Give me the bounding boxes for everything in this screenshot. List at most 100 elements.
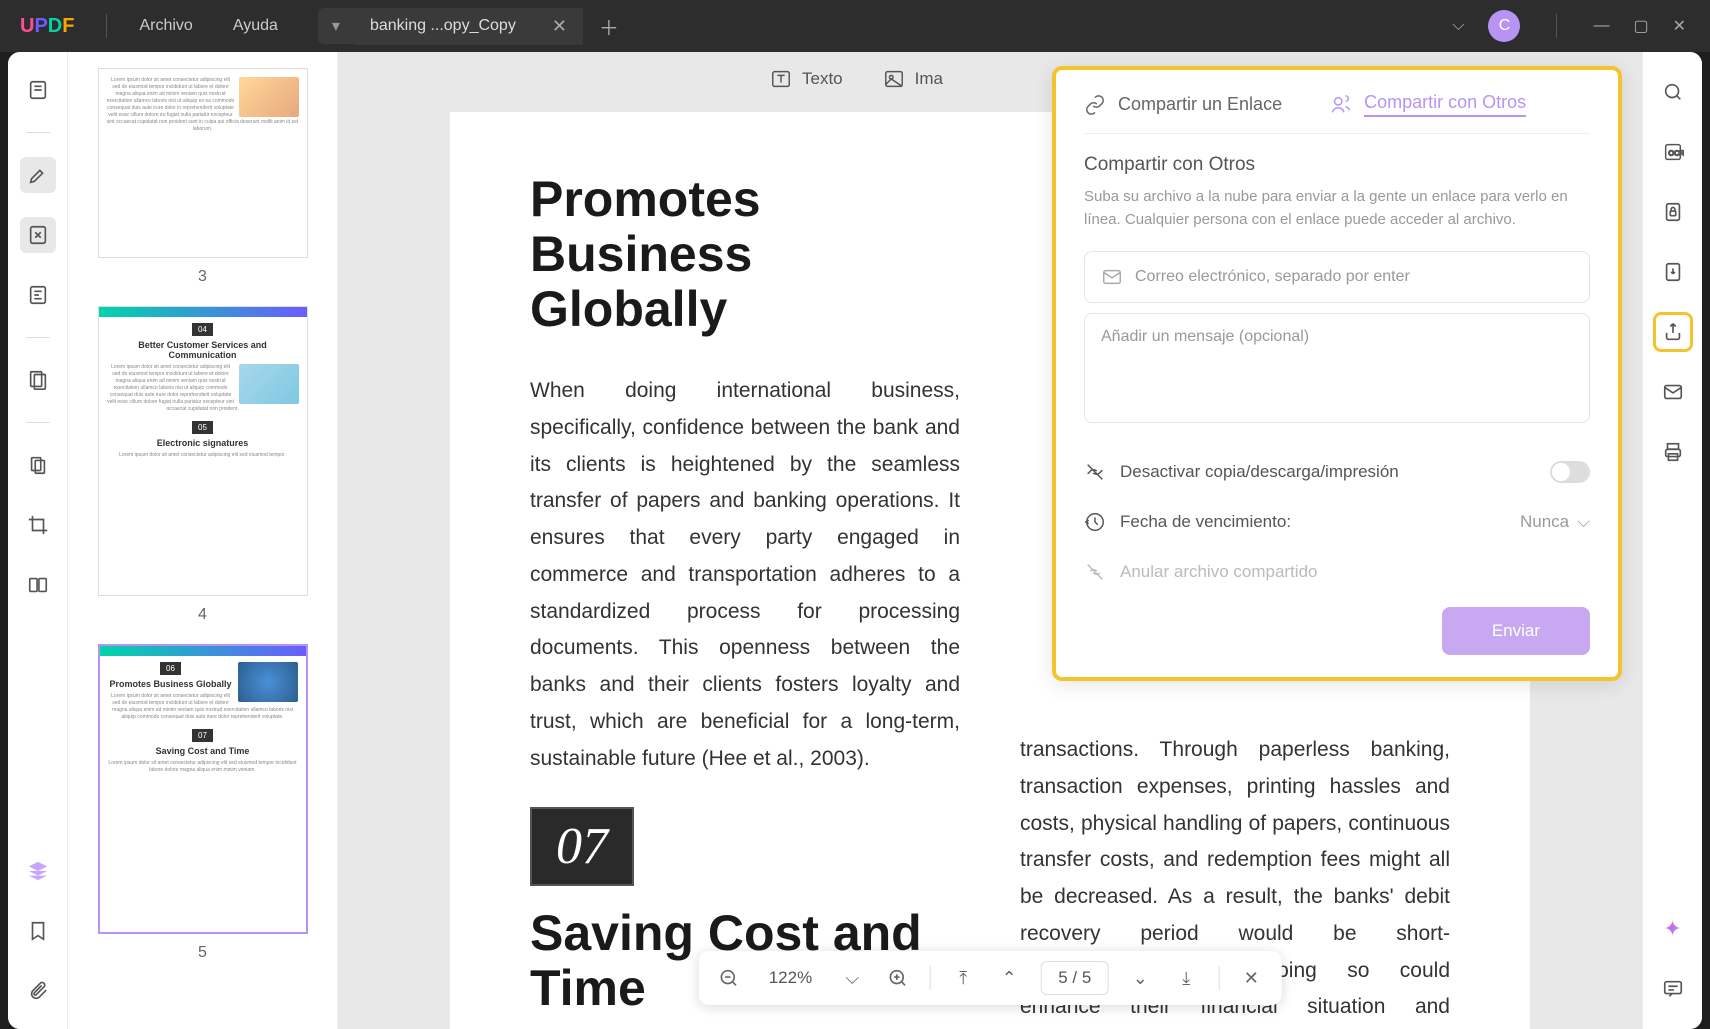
document-viewport: Texto Ima Promotes Business Globally Whe…: [338, 52, 1642, 1029]
history-icon: [1084, 511, 1106, 533]
minimize-button[interactable]: —: [1593, 17, 1609, 35]
tab-title: banking ...opy_Copy: [370, 17, 516, 35]
zoom-dropdown-icon[interactable]: ⌵: [838, 964, 866, 992]
email-icon[interactable]: [1653, 372, 1693, 412]
people-icon: [1330, 94, 1352, 116]
disable-copy-label: Desactivar copia/descarga/impresión: [1120, 462, 1399, 482]
disable-copy-toggle[interactable]: [1550, 461, 1590, 483]
document-tab[interactable]: banking ...opy_Copy ✕: [354, 8, 583, 45]
bookmark-icon[interactable]: [20, 913, 56, 949]
text-tool[interactable]: Texto: [770, 68, 843, 90]
separator: [1556, 14, 1557, 38]
top-edit-tools: Texto Ima: [770, 68, 943, 90]
share-tab-link-label: Compartir un Enlace: [1118, 94, 1282, 115]
doc-heading-1: Promotes Business Globally: [530, 172, 960, 337]
first-page-button[interactable]: ⤒: [949, 964, 977, 992]
zoom-in-button[interactable]: [884, 964, 912, 992]
tab-close-icon[interactable]: ✕: [552, 16, 567, 37]
share-tab-others[interactable]: Compartir con Otros: [1330, 92, 1526, 117]
edit-tool-icon[interactable]: [20, 217, 56, 253]
thumbnail-image: [238, 662, 298, 702]
close-button[interactable]: ✕: [1673, 16, 1686, 36]
thumbnail-text: Lorem ipsum dolor sit amet consectetur a…: [107, 452, 299, 459]
thumbnail-page-current: 06 Promotes Business Globally Lorem ipsu…: [98, 644, 308, 934]
share-tab-link[interactable]: Compartir un Enlace: [1084, 92, 1282, 117]
chevron-down-icon[interactable]: ⌵: [1452, 17, 1464, 35]
left-toolbar: [8, 52, 68, 1029]
thumbnail-badge: 07: [192, 729, 213, 742]
titlebar-right: ⌵ C — ▢ ✕: [1452, 10, 1710, 42]
image-tool[interactable]: Ima: [883, 68, 943, 90]
menu-file[interactable]: Archivo: [119, 17, 212, 35]
print-icon[interactable]: [1653, 432, 1693, 472]
thumbnail-header: [100, 646, 306, 656]
thumbnail-number: 3: [84, 268, 321, 286]
new-tab-button[interactable]: ＋: [583, 4, 635, 49]
share-tab-others-label: Compartir con Otros: [1364, 92, 1526, 117]
expiry-dropdown[interactable]: Nunca ⌵: [1520, 512, 1590, 532]
separator: [26, 422, 50, 423]
app-logo: UPDF: [0, 15, 94, 38]
highlight-tool-icon[interactable]: [20, 157, 56, 193]
search-icon[interactable]: [1653, 72, 1693, 112]
no-copy-icon: [1084, 461, 1106, 483]
zoom-bar: 122% ⌵ ⤒ ⌃ 5 / 5 ⌄ ⤓ ✕: [699, 951, 1282, 1005]
crop-tool-icon[interactable]: [20, 507, 56, 543]
thumbnail-4[interactable]: 04 Better Customer Services and Communic…: [84, 306, 321, 624]
text-tool-label: Texto: [802, 69, 843, 89]
menu-help[interactable]: Ayuda: [213, 17, 298, 35]
zoom-value: 122%: [761, 968, 820, 988]
right-toolbar: OCR ✦: [1642, 52, 1702, 1029]
zoom-out-button[interactable]: [715, 964, 743, 992]
mail-icon: [1101, 266, 1123, 288]
export-icon[interactable]: [1653, 252, 1693, 292]
revoke-row: Anular archivo compartido: [1084, 547, 1590, 597]
maximize-button[interactable]: ▢: [1633, 16, 1648, 36]
close-zoom-bar-button[interactable]: ✕: [1237, 964, 1265, 992]
user-avatar[interactable]: C: [1488, 10, 1520, 42]
protect-icon[interactable]: [1653, 192, 1693, 232]
layers-icon[interactable]: [20, 853, 56, 889]
pages-tool-icon[interactable]: [20, 447, 56, 483]
thumbnail-badge: 05: [192, 421, 213, 434]
form-tool-icon[interactable]: [20, 277, 56, 313]
email-input[interactable]: Correo electrónico, separado por enter: [1084, 251, 1590, 303]
main-area: Lorem ipsum dolor sit amet consectetur a…: [8, 52, 1702, 1029]
organize-tool-icon[interactable]: [20, 362, 56, 398]
email-placeholder: Correo electrónico, separado por enter: [1135, 268, 1410, 286]
next-page-button[interactable]: ⌄: [1126, 964, 1154, 992]
reader-tool-icon[interactable]: [20, 72, 56, 108]
svg-text:OCR: OCR: [1668, 149, 1684, 158]
thumbnail-number: 4: [84, 606, 321, 624]
separator: [26, 132, 50, 133]
tab-dropdown-icon[interactable]: ▾: [318, 8, 354, 44]
last-page-button[interactable]: ⤓: [1172, 964, 1200, 992]
compare-tool-icon[interactable]: [20, 567, 56, 603]
thumbnail-image: [239, 364, 299, 404]
share-section-title: Compartir con Otros: [1084, 154, 1590, 176]
ocr-icon[interactable]: OCR: [1653, 132, 1693, 172]
prev-page-button[interactable]: ⌃: [995, 964, 1023, 992]
share-icon[interactable]: [1653, 312, 1693, 352]
attachment-icon[interactable]: [20, 973, 56, 1009]
thumbnail-image: [239, 77, 299, 117]
image-tool-label: Ima: [915, 69, 943, 89]
share-panel: Compartir un Enlace Compartir con Otros …: [1052, 66, 1622, 681]
send-button[interactable]: Enviar: [1442, 607, 1590, 655]
share-tabs: Compartir un Enlace Compartir con Otros: [1084, 92, 1590, 134]
message-textarea[interactable]: Añadir un mensaje (opcional): [1084, 313, 1590, 423]
thumbnail-title: Better Customer Services and Communicati…: [107, 340, 299, 360]
image-icon: [883, 68, 905, 90]
expiry-value: Nunca: [1520, 512, 1569, 532]
chevron-down-icon: ⌵: [1577, 512, 1590, 532]
thumbnail-3[interactable]: Lorem ipsum dolor sit amet consectetur a…: [84, 68, 321, 286]
thumbnail-badge: 06: [160, 662, 181, 675]
thumbnail-panel: Lorem ipsum dolor sit amet consectetur a…: [68, 52, 338, 1029]
left-toolbar-bottom: [20, 853, 56, 1009]
unlink-icon: [1084, 561, 1106, 583]
separator: [930, 966, 931, 990]
comment-icon[interactable]: [1653, 969, 1693, 1009]
ai-icon[interactable]: ✦: [1653, 909, 1693, 949]
thumbnail-5[interactable]: 06 Promotes Business Globally Lorem ipsu…: [84, 644, 321, 962]
page-input[interactable]: 5 / 5: [1041, 961, 1108, 995]
